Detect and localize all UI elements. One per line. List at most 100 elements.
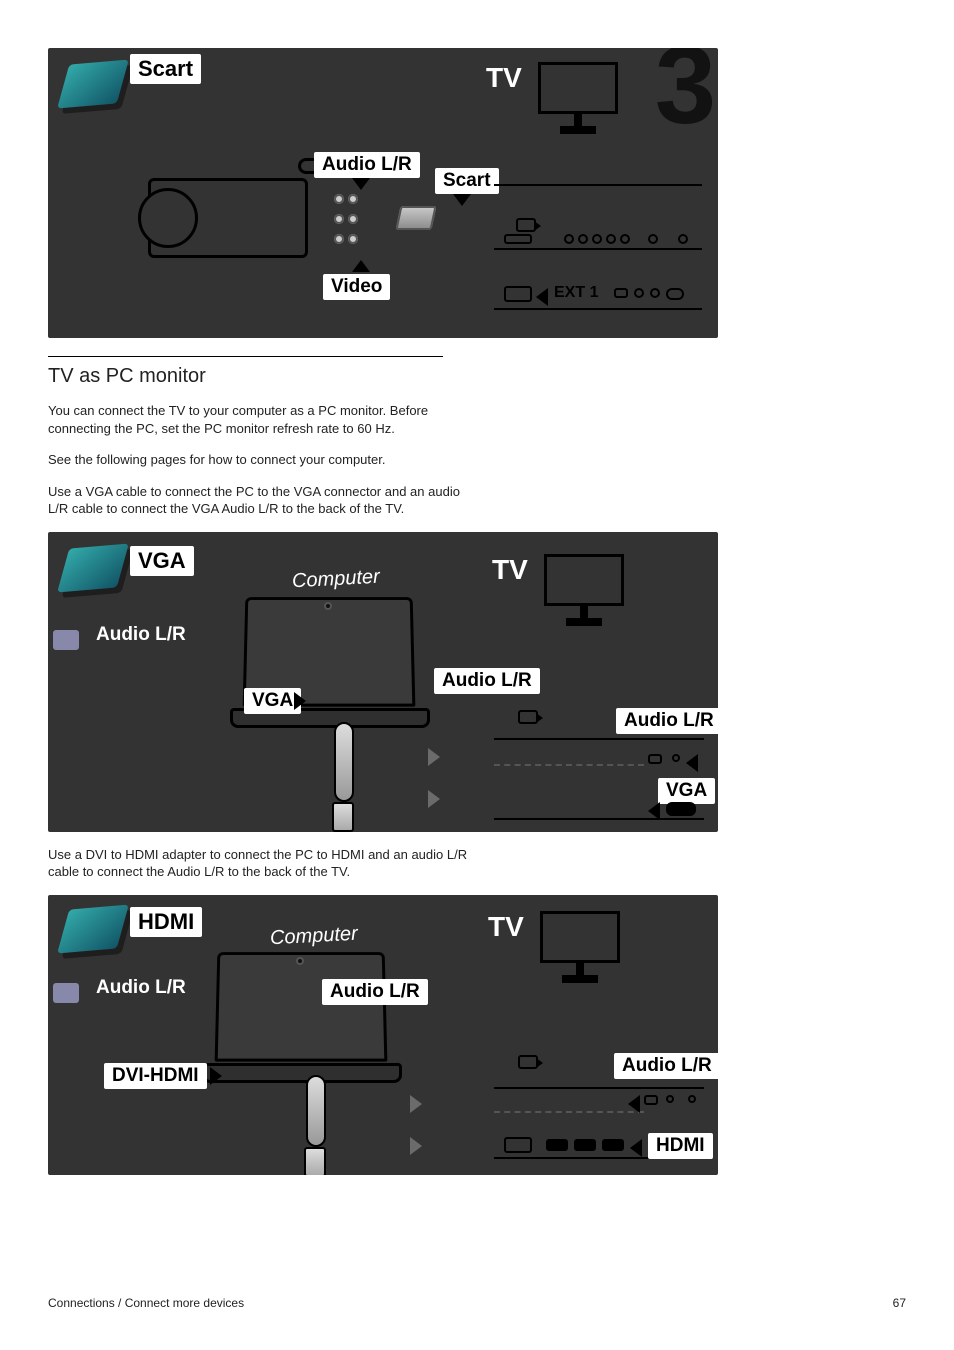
port [614,288,628,298]
rca-ports [334,234,358,244]
hdmi-cable-icon [57,904,129,953]
diagram-pc-vga: VGA Audio L/R Computer TV Audio L/R VGA … [48,532,718,832]
panel-line [494,248,702,250]
panel-line [494,818,704,820]
port-circ [650,288,660,298]
label-audio-lr: Audio L/R [322,979,428,1005]
hdmi-plug [304,1147,326,1175]
hdmi-port [602,1139,624,1151]
arrow-left-icon [686,754,698,772]
panel-line [494,764,644,766]
audio-jack-port [672,754,680,762]
vga-cable-icon [57,543,129,592]
vga-port [666,802,696,816]
arrow-right-icon [294,692,306,710]
tv-stand [566,618,602,626]
diagram-pc-hdmi: HDMI Audio L/R Computer TV Audio L/R DVI… [48,895,718,1175]
body-paragraph: See the following pages for how to conne… [48,451,468,469]
page-footer: Connections / Connect more devices 67 [48,1296,906,1310]
arrow-down-icon [453,194,471,206]
port-circ [564,234,574,244]
label-vga-tv: VGA [658,778,715,804]
tv-icon [538,62,618,114]
audio-jack-port [688,1095,696,1103]
arrow-right-icon [210,1067,222,1085]
label-hdmi-tv: HDMI [648,1133,713,1159]
panel-line [494,1111,644,1113]
arrow-left-icon [630,1139,642,1157]
label-computer: Computer [291,565,380,593]
port-circ [620,234,630,244]
section-divider [48,356,443,357]
arrow-left-icon [536,288,548,306]
tv-label: TV [486,62,522,94]
diagram-camcorder-scart: 3 Scart TV Audio L/R Scart Video [48,48,718,338]
rca-ports [334,214,358,224]
tv-stand [560,126,596,134]
arrow-right-icon [410,1095,422,1113]
body-paragraph: Use a VGA cable to connect the PC to the… [48,483,468,518]
camera-icon [516,218,536,232]
label-audio-lr-cable: Audio L/R [96,624,186,646]
arrow-left-icon [628,1095,640,1113]
port-circ [578,234,588,244]
label-audio-lr-tv: Audio L/R [614,1053,718,1079]
audio-jack-port [666,1095,674,1103]
label-video: Video [323,274,390,300]
port-circ [678,234,688,244]
camera-icon [518,1055,538,1069]
tv-icon [540,911,620,963]
label-computer: Computer [269,923,358,951]
label-hdmi-cable: HDMI [130,907,202,937]
rca-ports [334,194,358,204]
panel-line [494,1087,704,1089]
panel-line [494,738,704,740]
scart-port [504,286,532,302]
label-vga: VGA [244,688,301,714]
label-audio-lr: Audio L/R [434,668,540,694]
port [644,1095,658,1105]
arrow-right-icon [410,1137,422,1155]
label-scart: Scart [435,168,499,194]
vga-plug [332,802,354,832]
arrow-up-icon [352,260,370,272]
label-vga-cable: VGA [130,546,194,576]
port-circ [634,288,644,298]
body-paragraph: You can connect the TV to your computer … [48,402,468,437]
audio-plug-icon [53,630,79,650]
label-audio-lr: Audio L/R [314,152,420,178]
tv-icon [544,554,624,606]
audio-plug-icon [53,983,79,1003]
scart-plug-icon [395,206,436,230]
label-ext1: EXT 1 [554,284,598,302]
panel-line [494,184,702,186]
body-paragraph: Use a DVI to HDMI adapter to connect the… [48,846,468,881]
section-heading: TV as PC monitor [48,365,906,388]
page-chapter-number: 3 [655,48,712,149]
arrow-left-icon [648,802,660,820]
page: 3 Scart TV Audio L/R Scart Video [0,0,954,1350]
tv-label: TV [488,911,524,943]
tv-label: TV [492,554,528,586]
footer-page-number: 67 [893,1296,906,1310]
port [666,288,684,300]
arrow-right-icon [428,748,440,766]
label-dvi-hdmi: DVI-HDMI [104,1063,207,1089]
port [648,754,662,764]
hdmi-port [574,1139,596,1151]
tv-stand [562,975,598,983]
port-rect [504,234,532,244]
hdmi-port [546,1139,568,1151]
label-audio-lr-cable: Audio L/R [96,977,186,999]
arrow-right-icon [428,790,440,808]
camera-icon [518,710,538,724]
hdmi-cable [306,1075,326,1147]
port-circ [606,234,616,244]
label-scart-cable: Scart [130,54,201,84]
port-circ [592,234,602,244]
label-audio-lr-tv: Audio L/R [616,708,718,734]
port-circ [648,234,658,244]
vga-cable [334,722,354,802]
camcorder-icon [138,158,328,278]
scart-cable-icon [57,60,129,109]
